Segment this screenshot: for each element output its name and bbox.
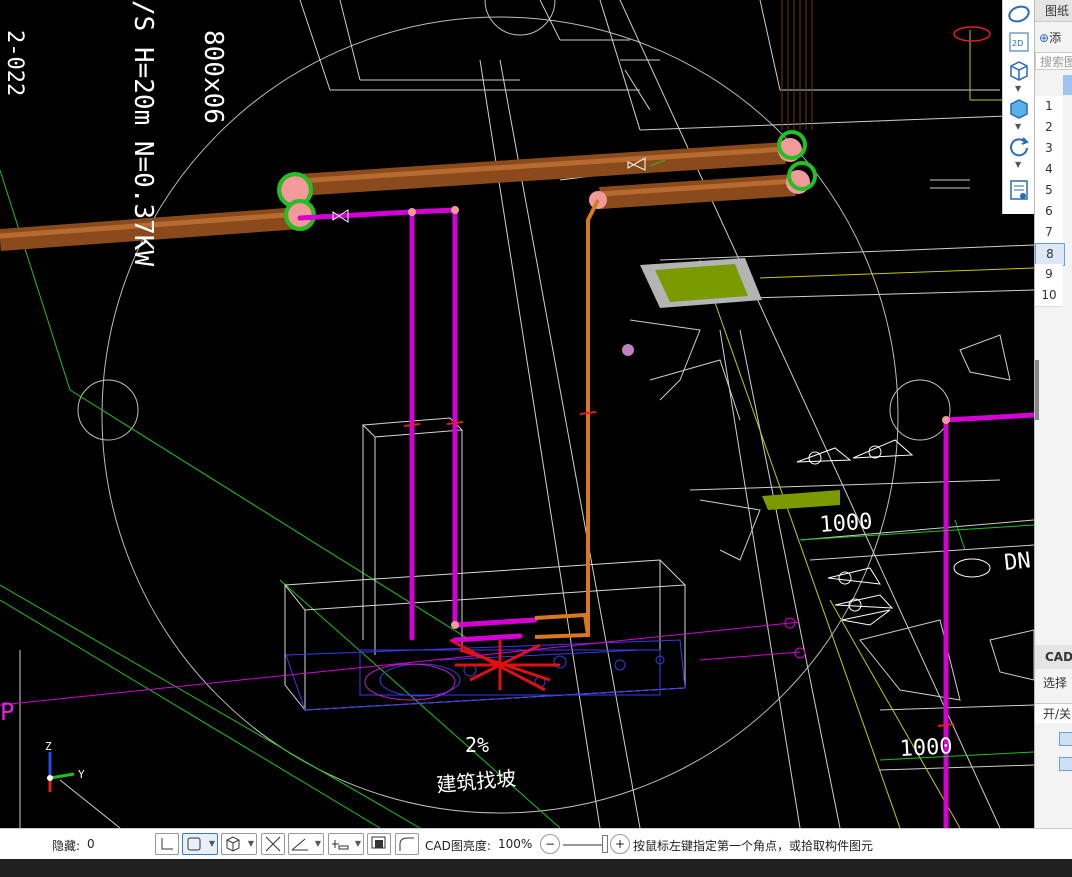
brightness-slider-thumb[interactable] bbox=[602, 835, 608, 853]
panel-splitter[interactable] bbox=[1035, 360, 1039, 420]
brightness-increase-button[interactable]: + bbox=[610, 834, 630, 854]
ortho-button[interactable] bbox=[155, 833, 179, 855]
green-dim-lines bbox=[799, 519, 1034, 761]
snap-icon bbox=[332, 840, 349, 850]
green-bar bbox=[762, 490, 840, 510]
dropdown-arrow-icon[interactable]: ▼ bbox=[1015, 160, 1021, 169]
axis-y-label: Y bbox=[78, 768, 85, 781]
curve-icon bbox=[399, 837, 414, 851]
3d-box-icon[interactable] bbox=[1007, 58, 1031, 82]
dn-ellipse bbox=[953, 558, 991, 578]
pump-symbol bbox=[449, 638, 560, 692]
list-row-4[interactable]: 4 bbox=[1035, 159, 1063, 181]
brightness-slider-track[interactable] bbox=[563, 844, 605, 846]
list-row-1[interactable]: 1 bbox=[1035, 96, 1063, 118]
grid-header-cell bbox=[1063, 75, 1072, 95]
status-bar: 隐藏: 0 ▼ ▼ ▼ ▼ CAD图亮度: 100% − + 按鼠标左键指定第一… bbox=[0, 828, 1072, 860]
add-drawing-button[interactable]: ⊕添 bbox=[1035, 28, 1072, 48]
onoff-column-header: 开/关 bbox=[1035, 703, 1072, 723]
red-ellipse bbox=[953, 26, 991, 42]
svg-text:2D: 2D bbox=[1012, 39, 1023, 48]
axis-gizmo bbox=[47, 752, 75, 792]
add-drawing-label: 添 bbox=[1049, 31, 1062, 45]
cross-icon bbox=[265, 836, 281, 852]
cad-text-dn: DN bbox=[1003, 548, 1032, 576]
chevron-down-icon[interactable]: ▼ bbox=[207, 833, 217, 855]
os-taskbar bbox=[0, 859, 1072, 877]
red-ticks bbox=[403, 411, 955, 727]
drawing-search-input[interactable]: 搜索图 bbox=[1035, 52, 1072, 70]
cube-icon bbox=[226, 836, 240, 852]
orange-pipe bbox=[534, 199, 600, 639]
list-row-10[interactable]: 10 bbox=[1035, 285, 1063, 307]
cad-text-dim2: 1000 bbox=[899, 734, 953, 762]
brightness-value: 100% bbox=[498, 837, 533, 851]
layer-toggle-checkbox[interactable] bbox=[1059, 732, 1072, 746]
green-guide-lines bbox=[0, 169, 561, 828]
cad-text-spec1: 800x06 bbox=[198, 30, 228, 124]
brightness-label: CAD图亮度: bbox=[425, 839, 491, 853]
list-row-3[interactable]: 3 bbox=[1035, 138, 1063, 160]
cad-text-dim1: 1000 bbox=[819, 509, 874, 538]
column-circle-right bbox=[889, 379, 951, 441]
column-circle-left bbox=[77, 379, 139, 441]
rectangle-select-icon bbox=[187, 837, 201, 851]
list-row-6[interactable]: 6 bbox=[1035, 201, 1063, 223]
ellipse-tool-icon[interactable] bbox=[1007, 2, 1031, 26]
plus-icon: + bbox=[614, 837, 626, 851]
layer-toggle-checkbox[interactable] bbox=[1059, 757, 1072, 771]
cad-3d-viewport[interactable]: 800x06 /S H=20m N=0.37KW 2-022 1000 1000… bbox=[0, 0, 1034, 828]
2d-view-icon[interactable]: 2D bbox=[1007, 30, 1031, 54]
hatched-column bbox=[781, 0, 813, 130]
minus-icon: − bbox=[544, 837, 556, 851]
dropdown-arrow-icon[interactable]: ▼ bbox=[1015, 122, 1021, 131]
list-row-7[interactable]: 7 bbox=[1035, 222, 1063, 244]
list-row-2[interactable]: 2 bbox=[1035, 117, 1063, 139]
brightness-decrease-button[interactable]: − bbox=[540, 834, 560, 854]
cad-text-spec2: /S H=20m N=0.37KW bbox=[128, 0, 158, 266]
green-plate bbox=[655, 264, 748, 302]
ortho-icon bbox=[161, 838, 173, 850]
cad-drawing[interactable]: 800x06 /S H=20m N=0.37KW 2-022 1000 1000… bbox=[0, 0, 1034, 828]
hidden-count-label: 隐藏: bbox=[52, 839, 81, 853]
list-view-icon[interactable] bbox=[1007, 178, 1031, 202]
pump-base bbox=[285, 639, 686, 711]
rotate-icon[interactable] bbox=[1007, 134, 1031, 158]
axis-z-label: Z bbox=[45, 740, 52, 753]
hidden-count-value: 0 bbox=[87, 837, 95, 851]
add-icon: ⊕ bbox=[1039, 31, 1050, 45]
dropdown-arrow-icon[interactable]: ▼ bbox=[1015, 84, 1021, 93]
magenta-thin-lines bbox=[0, 617, 806, 706]
angle-icon bbox=[291, 838, 308, 851]
cancel-tool-button[interactable] bbox=[261, 833, 285, 855]
chevron-down-icon[interactable]: ▼ bbox=[246, 833, 256, 855]
monitor-icon bbox=[371, 836, 386, 849]
tab-drawings[interactable]: 图纸 bbox=[1035, 0, 1072, 22]
brown-pipes bbox=[0, 142, 796, 251]
display-button[interactable] bbox=[367, 833, 391, 855]
curve-button[interactable] bbox=[395, 833, 419, 855]
list-row-9[interactable]: 9 bbox=[1035, 264, 1063, 286]
cad-text-note: 建筑找坡 bbox=[435, 766, 517, 797]
3d-box-shaded-icon[interactable] bbox=[1007, 96, 1031, 120]
list-row-5[interactable]: 5 bbox=[1035, 180, 1063, 202]
cad-text-slope: 2% bbox=[465, 733, 489, 757]
cad-select-label: 选择 bbox=[1043, 676, 1068, 690]
cad-section-header[interactable]: CAD bbox=[1035, 645, 1072, 669]
cad-text-spec3: 2-022 bbox=[2, 30, 27, 96]
small-drain-symbol bbox=[622, 344, 634, 356]
cad-text-left-mark: P bbox=[0, 698, 14, 726]
drawing-management-panel: 图纸 ⊕添 搜索图 1 2 3 4 5 6 7 8 9 10 CAD 选择 开/… bbox=[1034, 0, 1072, 828]
list-row-8[interactable]: 8 bbox=[1035, 243, 1065, 266]
status-hint: 按鼠标左键指定第一个角点，或拾取构件图元 bbox=[633, 839, 874, 853]
chevron-down-icon[interactable]: ▼ bbox=[353, 833, 363, 855]
chevron-down-icon[interactable]: ▼ bbox=[313, 833, 323, 855]
view-toolbar: 2D ▼ ▼ ▼ bbox=[1002, 0, 1035, 214]
